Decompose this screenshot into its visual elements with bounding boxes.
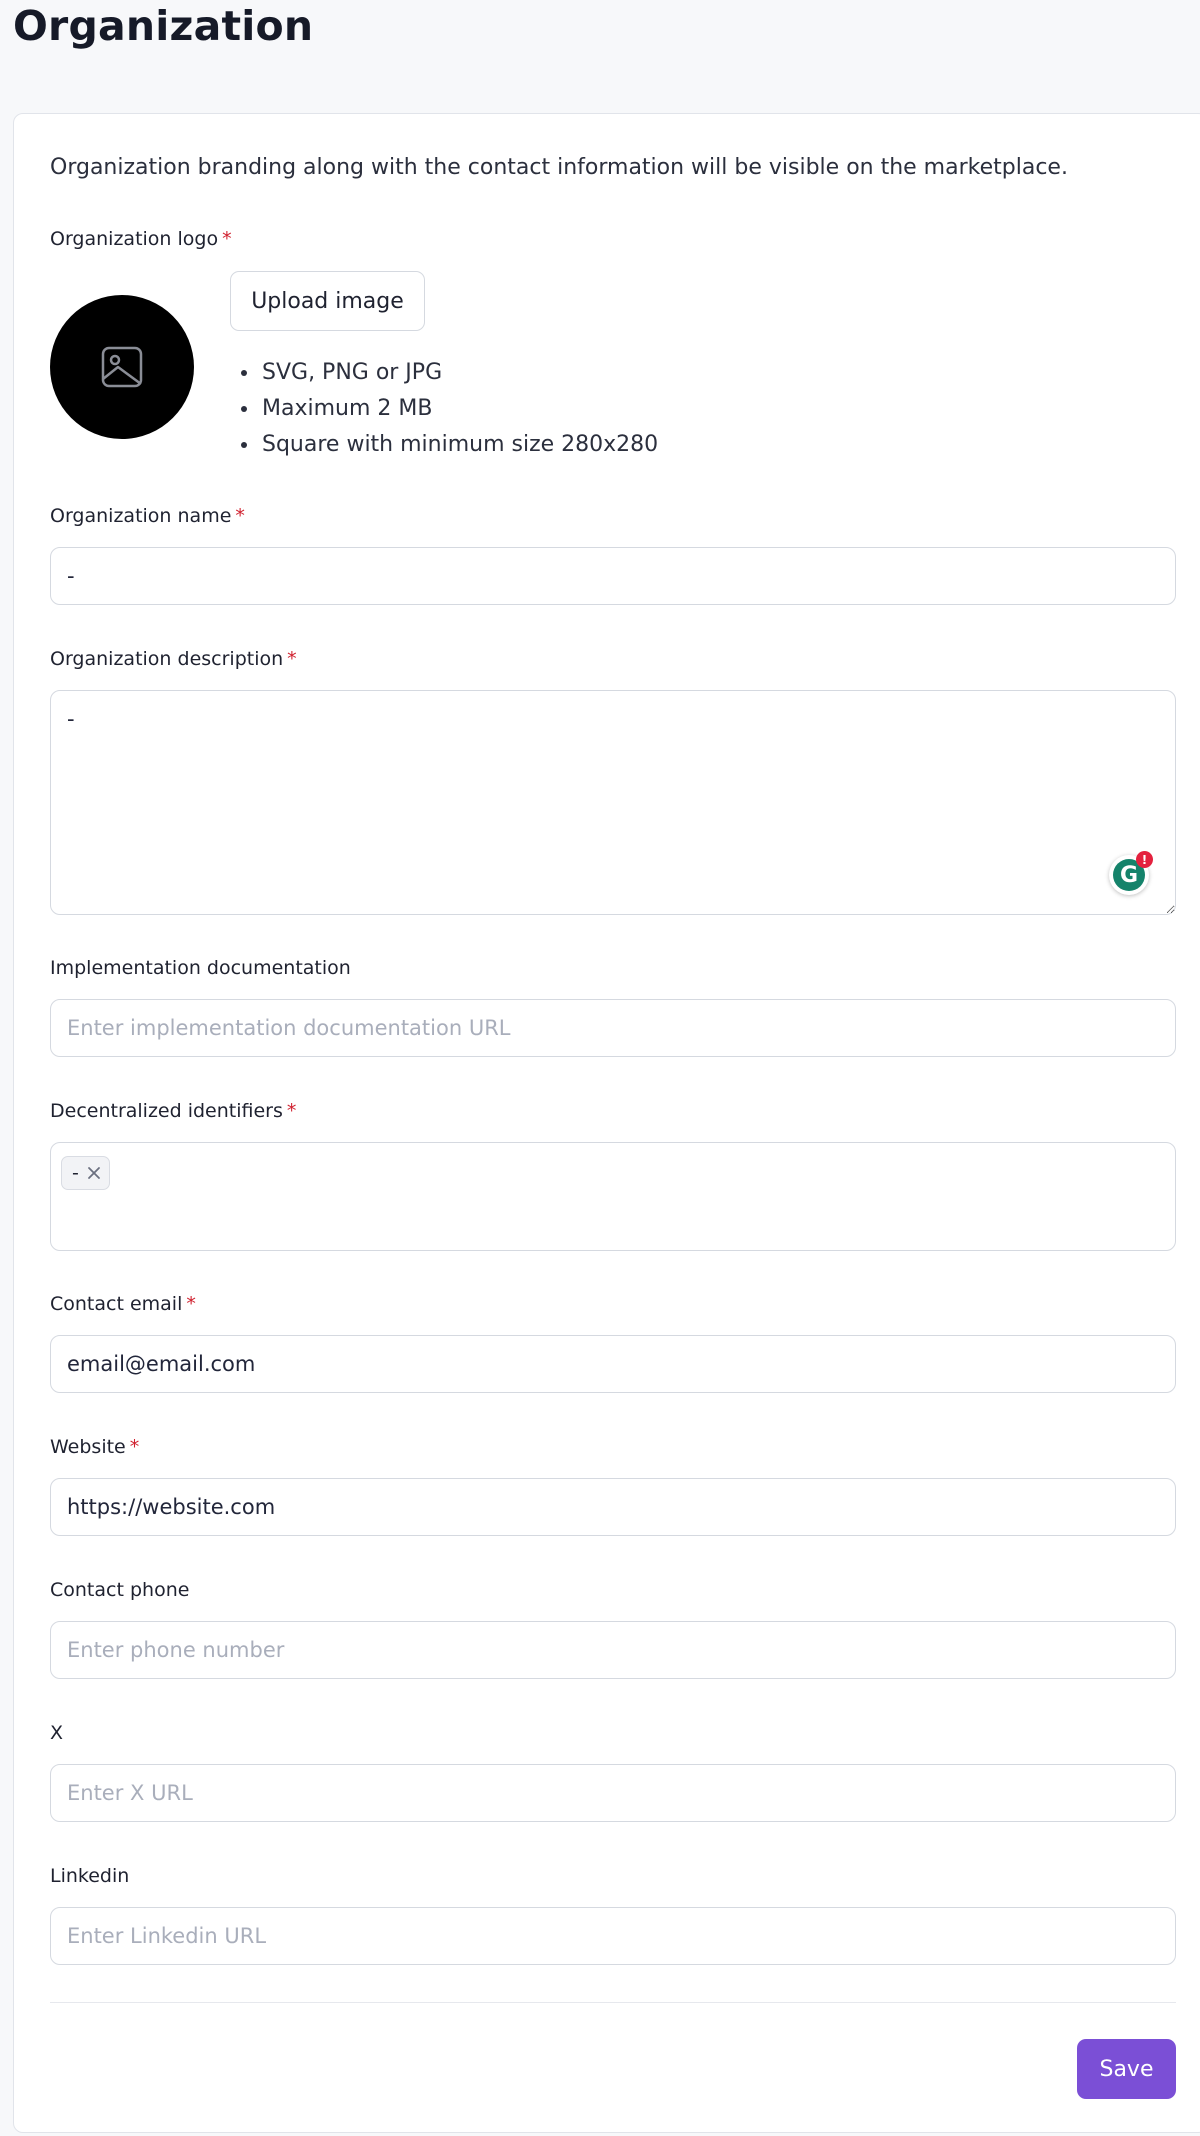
upload-image-button[interactable]: Upload image (230, 271, 425, 331)
grammarly-alert-badge: ! (1136, 851, 1153, 868)
page-title: Organization (13, 2, 314, 50)
save-button[interactable]: Save (1077, 2039, 1176, 2099)
required-mark: * (286, 1100, 297, 1122)
grammarly-icon[interactable]: G ! (1109, 851, 1153, 895)
organization-name-input[interactable] (50, 547, 1176, 605)
logo-requirements-list: SVG, PNG or JPG Maximum 2 MB Square with… (238, 355, 658, 463)
required-mark: * (129, 1436, 140, 1458)
x-url-input[interactable] (50, 1764, 1176, 1822)
close-icon[interactable] (87, 1166, 101, 1180)
logo-preview (50, 295, 194, 439)
required-mark: * (235, 505, 245, 527)
logo-label: Organization logo * (50, 228, 232, 250)
required-mark: * (287, 648, 297, 670)
required-mark: * (222, 228, 232, 250)
required-mark: * (186, 1293, 196, 1315)
logo-requirement: Square with minimum size 280x280 (260, 427, 658, 463)
website-label-text: Website (50, 1436, 126, 1458)
contact-email-label: Contact email * (50, 1293, 196, 1315)
organization-name-label: Organization name * (50, 505, 245, 527)
logo-label-text: Organization logo (50, 228, 219, 250)
contact-email-label-text: Contact email (50, 1293, 183, 1315)
website-label: Website * (50, 1436, 139, 1458)
form-footer-divider (50, 2002, 1176, 2003)
image-icon (101, 346, 143, 388)
contact-phone-input[interactable] (50, 1621, 1176, 1679)
identifier-tag: - (61, 1156, 110, 1190)
contact-phone-label: Contact phone (50, 1579, 190, 1601)
organization-description-label-text: Organization description (50, 648, 284, 670)
linkedin-label: Linkedin (50, 1865, 130, 1887)
organization-description-label: Organization description * (50, 648, 297, 670)
logo-requirement: SVG, PNG or JPG (260, 355, 658, 391)
decentralized-identifiers-label-text: Decentralized identifiers (50, 1100, 283, 1122)
organization-description-textarea[interactable]: - (50, 690, 1176, 915)
organization-name-label-text: Organization name (50, 505, 232, 527)
decentralized-identifiers-input[interactable]: - (50, 1142, 1176, 1251)
implementation-documentation-input[interactable] (50, 999, 1176, 1057)
form-intro-text: Organization branding along with the con… (50, 155, 1068, 180)
x-label: X (50, 1722, 64, 1744)
identifier-tag-label: - (72, 1162, 79, 1184)
contact-email-input[interactable] (50, 1335, 1176, 1393)
logo-requirement: Maximum 2 MB (260, 391, 658, 427)
linkedin-url-input[interactable] (50, 1907, 1176, 1965)
implementation-documentation-label: Implementation documentation (50, 957, 351, 979)
decentralized-identifiers-label: Decentralized identifiers * (50, 1100, 296, 1122)
website-input[interactable] (50, 1478, 1176, 1536)
